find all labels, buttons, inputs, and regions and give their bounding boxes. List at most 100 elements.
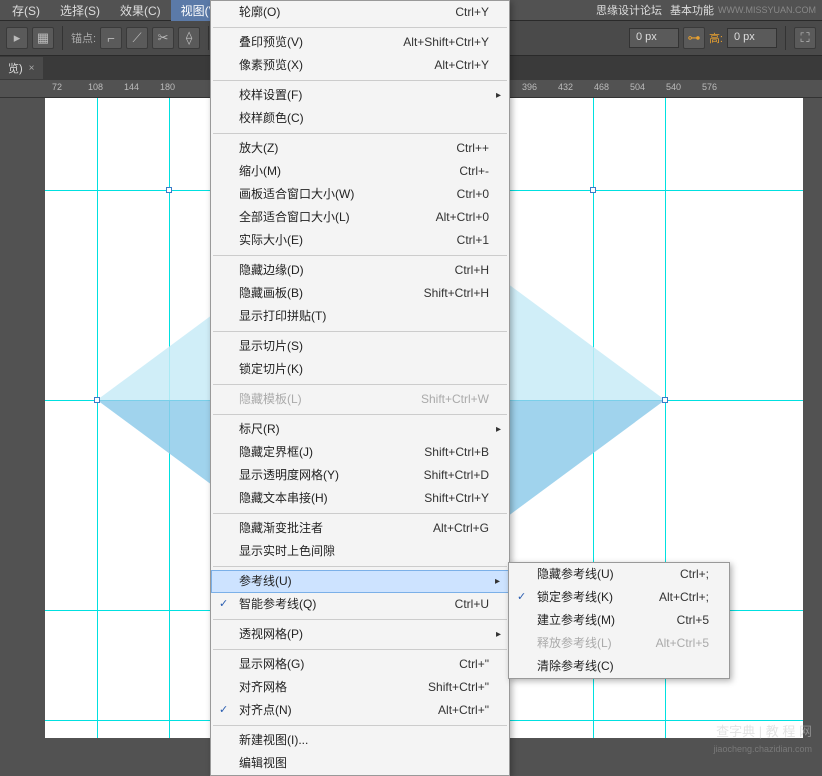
anchor-label: 锚点: [71,30,96,46]
submenu-item: 释放参考线(L)Alt+Ctrl+5 [509,632,729,655]
view-menu-dropdown: 轮廓(O)Ctrl+Y 叠印预览(V)Alt+Shift+Ctrl+Y像素预览(X… [210,0,510,776]
menu-item[interactable]: 标尺(R)▸ [211,418,509,441]
close-icon[interactable]: × [29,63,35,74]
menu-item[interactable]: 校样设置(F)▸ [211,84,509,107]
menu-item[interactable]: 隐藏画板(B)Shift+Ctrl+H [211,282,509,305]
submenu-item-label: 锁定参考线(K) [537,589,629,606]
watermark-url: jiaocheng.chazidian.com [713,744,812,754]
menu-item[interactable]: 显示实时上色间隙 [211,540,509,563]
menu-item[interactable]: 显示切片(S) [211,335,509,358]
basic-functions[interactable]: 基本功能 [670,2,718,18]
menu-item[interactable]: 显示网格(G)Ctrl+" [211,653,509,676]
ruler-tick: 396 [522,82,537,92]
menu-item[interactable]: 隐藏文本串接(H)Shift+Ctrl+Y [211,487,509,510]
watermark: 查字典 | 教 程 网 [716,721,812,740]
anchor-cut-icon[interactable]: ✂ [152,27,174,49]
menu-item[interactable]: 像素预览(X)Alt+Ctrl+Y [211,54,509,77]
ruler-tick: 144 [124,82,139,92]
ruler-tick: 540 [666,82,681,92]
document-tab[interactable]: 览) × [0,57,43,79]
menu-item[interactable]: 实际大小(E)Ctrl+1 [211,229,509,252]
arrow-tool-icon[interactable]: ▸ [6,27,28,49]
menu-item-label: 对齐网格 [239,679,398,696]
px-field-1[interactable]: 0 px [629,28,679,48]
submenu-arrow-icon: ▸ [496,87,501,104]
menu-item[interactable]: 校样颜色(C) [211,107,509,130]
menu-item[interactable]: 放大(Z)Ctrl++ [211,137,509,160]
menu-save[interactable]: 存(S) [2,0,50,21]
menu-item[interactable]: ✓对齐点(N)Alt+Ctrl+" [211,699,509,722]
menu-effect[interactable]: 效果(C) [110,0,171,21]
menu-shortcut: Ctrl+U [425,596,489,613]
menu-shortcut: Alt+Ctrl+5 [626,635,709,652]
menu-separator [213,80,507,81]
menu-item-label: 显示切片(S) [239,338,489,355]
anchor-point[interactable] [94,397,100,403]
menu-item[interactable]: 轮廓(O)Ctrl+Y [211,1,509,24]
menu-select[interactable]: 选择(S) [50,0,110,21]
anchor-remove-icon[interactable]: ⟋ [126,27,148,49]
menu-item-label: 新建视图(I)... [239,732,489,749]
swatch-icon[interactable]: ▦ [32,27,54,49]
menu-item-label: 缩小(M) [239,163,429,180]
menu-item[interactable]: 新建视图(I)... [211,729,509,752]
anchor-point[interactable] [662,397,668,403]
menu-shortcut: Shift+Ctrl+B [394,444,489,461]
menu-item[interactable]: 隐藏定界框(J)Shift+Ctrl+B [211,441,509,464]
submenu-item[interactable]: 清除参考线(C) [509,655,729,678]
anchor-disconnect-icon[interactable]: ⟠ [178,27,200,49]
menu-item[interactable]: 缩小(M)Ctrl+- [211,160,509,183]
crop-icon[interactable]: ⛶ [794,27,816,49]
menu-item[interactable]: ✓智能参考线(Q)Ctrl+U [211,593,509,616]
menu-shortcut: Ctrl+1 [427,232,489,249]
menu-item[interactable]: 画板适合窗口大小(W)Ctrl+0 [211,183,509,206]
menu-item[interactable]: 显示打印拼贴(T) [211,305,509,328]
menu-shortcut: Alt+Ctrl+G [403,520,489,537]
menu-item[interactable]: 参考线(U) ▸ [211,570,509,593]
menu-item[interactable]: 显示透明度网格(Y)Shift+Ctrl+D [211,464,509,487]
menu-shortcut: Shift+Ctrl+D [394,467,489,484]
submenu-item-label: 建立参考线(M) [537,612,647,629]
menu-item-label: 显示实时上色间隙 [239,543,489,560]
check-icon: ✓ [517,589,526,606]
menu-item-label: 锁定切片(K) [239,361,489,378]
menu-item[interactable]: 编辑视图 [211,752,509,775]
menu-item[interactable]: 对齐网格Shift+Ctrl+" [211,676,509,699]
menu-item[interactable]: 隐藏渐变批注者Alt+Ctrl+G [211,517,509,540]
menu-item-label: 透视网格(P) [239,626,489,643]
ruler-tick: 504 [630,82,645,92]
submenu-arrow-icon: ▸ [495,573,500,590]
menu-shortcut: Alt+Ctrl+; [629,589,709,606]
menu-item-label: 隐藏定界框(J) [239,444,394,461]
menu-shortcut: Alt+Ctrl+0 [406,209,489,226]
menu-item[interactable]: 叠印预览(V)Alt+Shift+Ctrl+Y [211,31,509,54]
px-field-2[interactable]: 0 px [727,28,777,48]
submenu-arrow-icon: ▸ [496,626,501,643]
menu-item[interactable]: 透视网格(P) ▸ [211,623,509,646]
ruler-tick: 576 [702,82,717,92]
forum-link[interactable]: 思缘设计论坛 [596,2,670,18]
menu-item-label: 隐藏文本串接(H) [239,490,394,507]
menu-separator [213,513,507,514]
menu-item-label: 对齐点(N) [239,702,408,719]
menu-item-label: 隐藏画板(B) [239,285,394,302]
height-label: 高: [709,30,723,46]
submenu-item[interactable]: 隐藏参考线(U)Ctrl+; [509,563,729,586]
anchor-convert-icon[interactable]: ⌐ [100,27,122,49]
submenu-item[interactable]: ✓ 锁定参考线(K)Alt+Ctrl+; [509,586,729,609]
anchor-point[interactable] [590,187,596,193]
guides-submenu: 隐藏参考线(U)Ctrl+; ✓ 锁定参考线(K)Alt+Ctrl+; 建立参考线(M… [508,562,730,679]
menu-item-label: 智能参考线(Q) [239,596,425,613]
menu-item[interactable]: 隐藏边缘(D)Ctrl+H [211,259,509,282]
menu-item-label: 实际大小(E) [239,232,427,249]
submenu-item[interactable]: 建立参考线(M)Ctrl+5 [509,609,729,632]
menu-separator [213,133,507,134]
menu-item[interactable]: 全部适合窗口大小(L)Alt+Ctrl+0 [211,206,509,229]
menu-shortcut: Shift+Ctrl+Y [394,490,489,507]
menu-item[interactable]: 锁定切片(K) [211,358,509,381]
menu-item-label: 叠印预览(V) [239,34,373,51]
menu-item-label: 显示网格(G) [239,656,429,673]
anchor-point[interactable] [166,187,172,193]
link-icon[interactable]: ⊶ [683,27,705,49]
menu-item-label: 参考线(U) [239,573,489,590]
